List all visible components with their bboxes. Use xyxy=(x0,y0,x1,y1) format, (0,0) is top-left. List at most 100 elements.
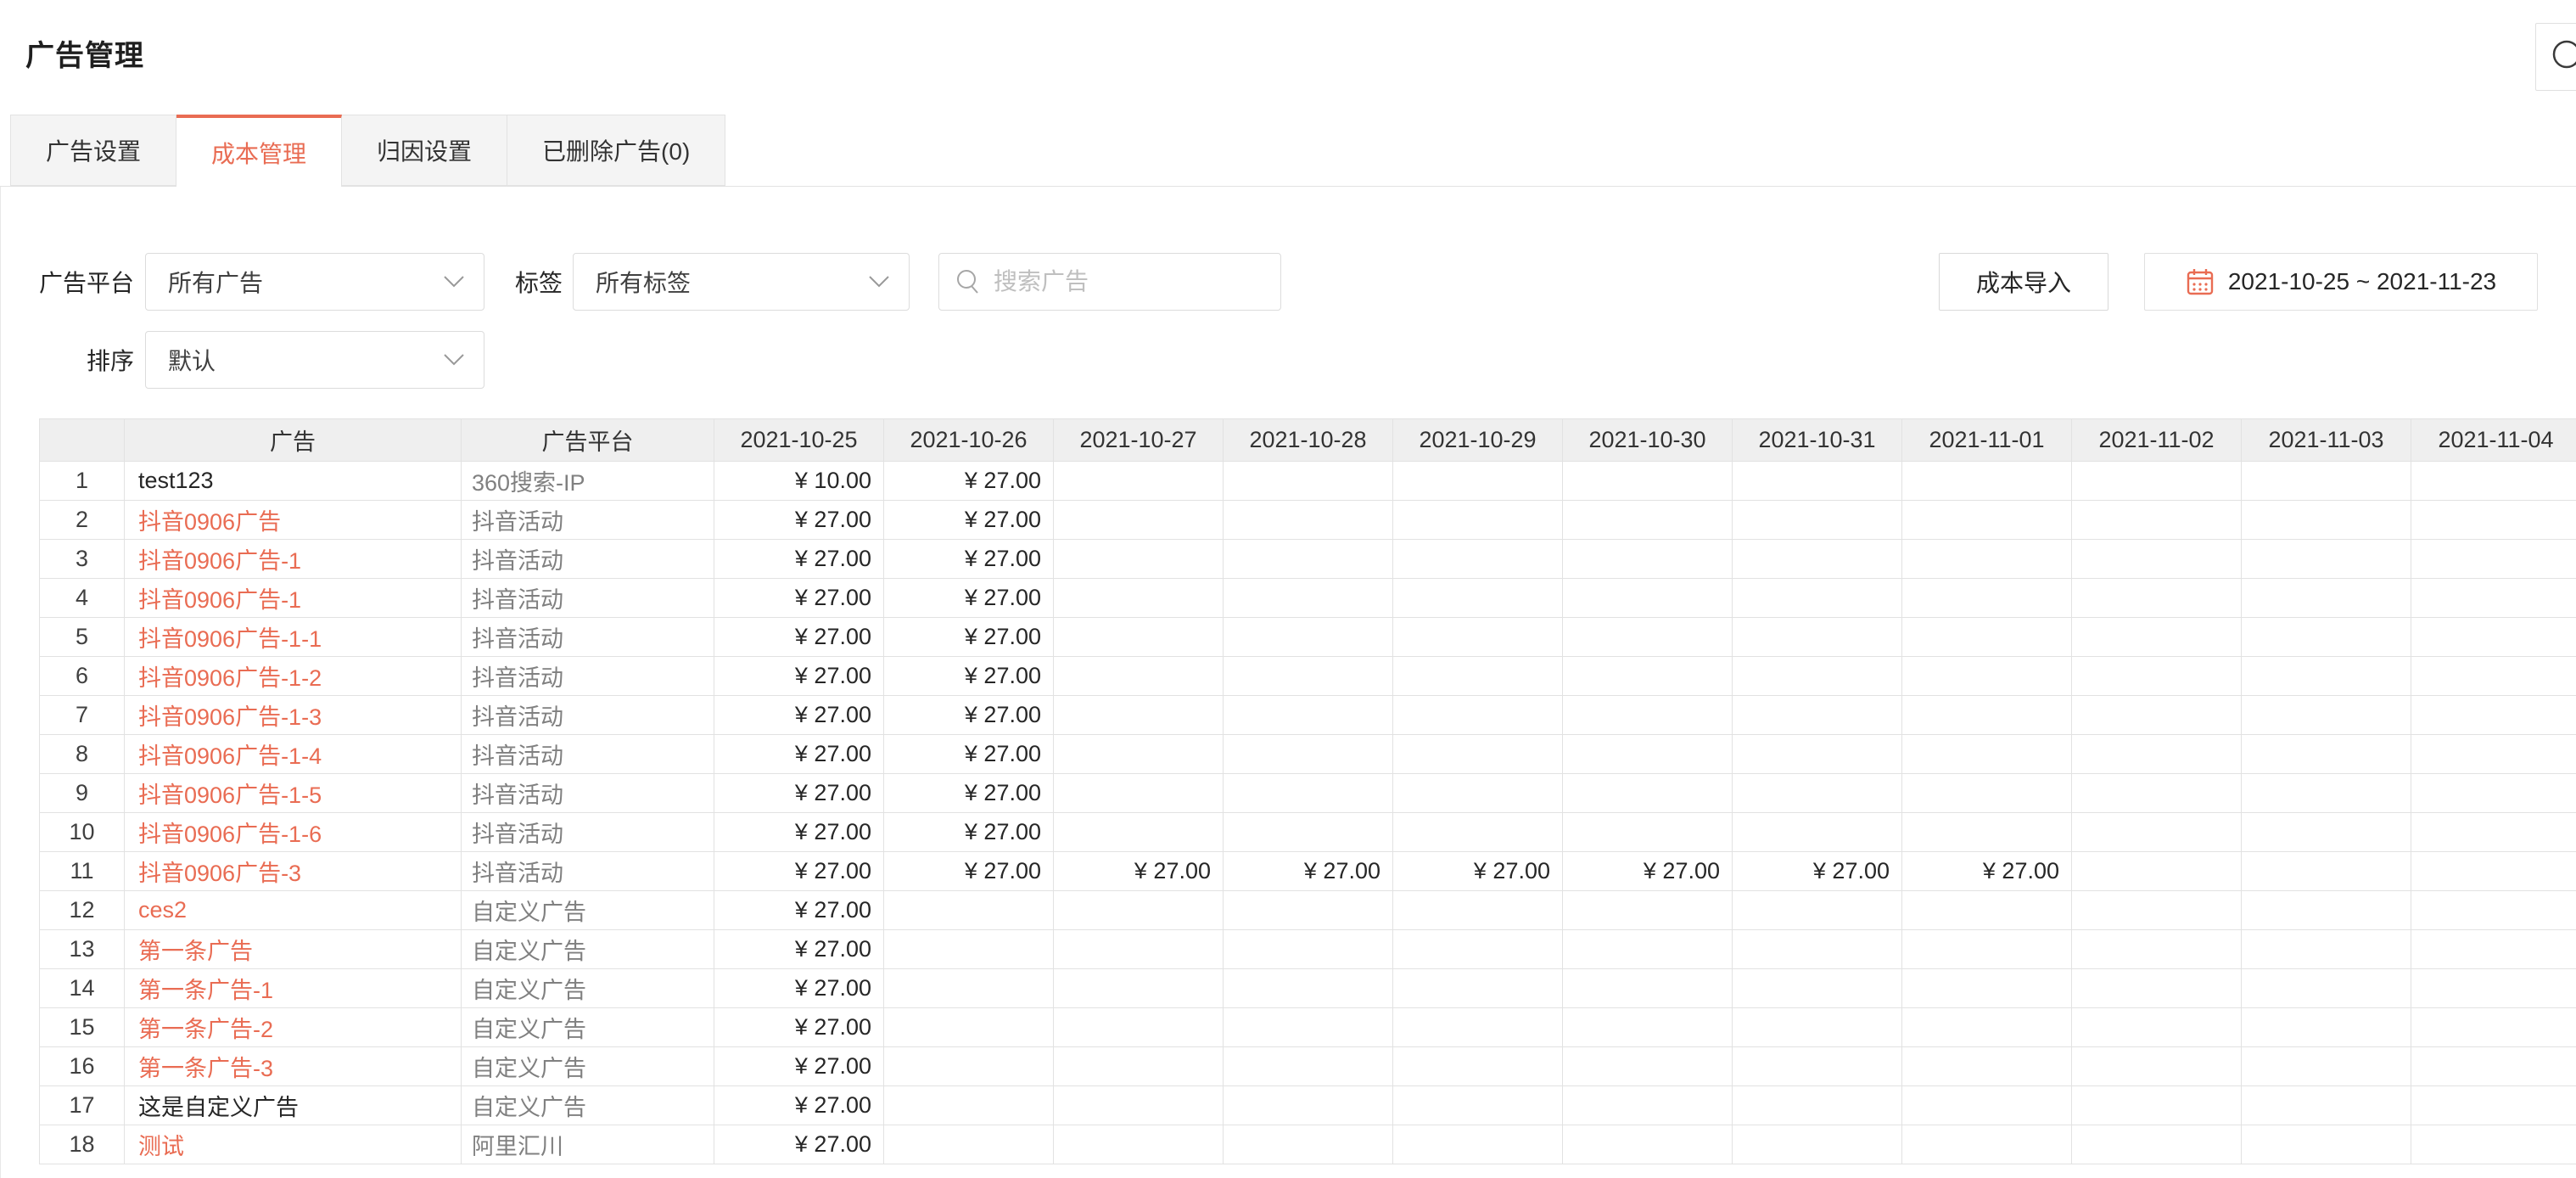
ad-name-link[interactable]: 第一条广告 xyxy=(138,939,253,964)
table-row: 12ces2自定义广告¥ 27.00 xyxy=(40,891,2576,930)
tab-4[interactable]: 已删除广告(0) xyxy=(507,115,725,186)
cost-cell xyxy=(2072,735,2242,774)
cost-cell xyxy=(1902,540,2072,579)
cost-cell xyxy=(1563,891,1733,930)
cost-cell xyxy=(2411,969,2576,1008)
row-index: 10 xyxy=(40,813,125,852)
chevron-down-icon xyxy=(868,275,890,289)
ad-name-link[interactable]: 抖音0906广告-3 xyxy=(138,861,301,886)
cost-cell: ¥ 27.00 xyxy=(714,540,884,579)
cost-cell xyxy=(2242,540,2411,579)
cost-cell xyxy=(1563,930,1733,969)
cost-cell: ¥ 10.00 xyxy=(714,462,884,501)
cost-cell xyxy=(2242,657,2411,696)
cost-cell xyxy=(1224,462,1393,501)
cost-cell xyxy=(1563,657,1733,696)
sort-select[interactable]: 默认 xyxy=(145,331,484,389)
sort-select-value: 默认 xyxy=(168,343,216,377)
cost-cell: ¥ 27.00 xyxy=(714,891,884,930)
column-header: 2021-10-26 xyxy=(884,419,1054,462)
cost-cell xyxy=(2072,891,2242,930)
cost-cell xyxy=(2411,813,2576,852)
ad-search-box[interactable] xyxy=(938,253,1281,311)
ad-name-link[interactable]: 抖音0906广告-1-2 xyxy=(138,665,322,691)
ad-name-cell: 第一条广告-1 xyxy=(125,969,462,1008)
table-row: 2抖音0906广告抖音活动¥ 27.00¥ 27.00 xyxy=(40,501,2576,540)
ad-name-link[interactable]: 第一条广告-1 xyxy=(138,978,273,1003)
cost-cell: ¥ 27.00 xyxy=(714,579,884,618)
ad-platform-cell: 抖音活动 xyxy=(462,657,714,696)
column-header: 2021-10-28 xyxy=(1224,419,1393,462)
cost-cell xyxy=(1563,618,1733,657)
cost-cell xyxy=(1393,930,1563,969)
cost-cell xyxy=(1224,657,1393,696)
cost-cell: ¥ 27.00 xyxy=(714,813,884,852)
table-row: 16第一条广告-3自定义广告¥ 27.00 xyxy=(40,1047,2576,1086)
cost-cell xyxy=(1224,891,1393,930)
cost-cell xyxy=(1224,774,1393,813)
ad-name-link[interactable]: 抖音0906广告-1-4 xyxy=(138,743,322,769)
cost-cell: ¥ 27.00 xyxy=(714,930,884,969)
ad-name-cell: ces2 xyxy=(125,891,462,930)
ad-name-link[interactable]: 抖音0906广告-1 xyxy=(138,548,301,574)
ad-name-link[interactable]: 第一条广告-3 xyxy=(138,1056,273,1081)
ad-name-link[interactable]: 第一条广告-2 xyxy=(138,1017,273,1042)
cost-cell xyxy=(1224,540,1393,579)
ad-name-link[interactable]: ces2 xyxy=(138,897,187,923)
ad-name-cell: 抖音0906广告-1 xyxy=(125,579,462,618)
platform-select[interactable]: 所有广告 xyxy=(145,253,484,311)
tag-select[interactable]: 所有标签 xyxy=(573,253,910,311)
cost-cell xyxy=(1733,813,1902,852)
cost-cell xyxy=(1393,813,1563,852)
table-header-row: 广告广告平台2021-10-252021-10-262021-10-272021… xyxy=(40,419,2576,462)
date-range-picker[interactable]: 2021-10-25 ~ 2021-11-23 xyxy=(2144,253,2538,311)
cost-cell xyxy=(1902,618,2072,657)
ad-name-link[interactable]: 抖音0906广告-1-3 xyxy=(138,704,322,730)
cost-cell xyxy=(2072,1086,2242,1125)
ad-search-input[interactable] xyxy=(994,268,1248,295)
cost-cell xyxy=(1224,1086,1393,1125)
tab-1[interactable]: 广告设置 xyxy=(10,115,176,186)
ad-name-link[interactable]: 抖音0906广告-1-1 xyxy=(138,626,322,652)
chevron-down-icon xyxy=(443,275,465,289)
cost-cell xyxy=(2411,1086,2576,1125)
ad-name-link[interactable]: 抖音0906广告 xyxy=(138,509,281,535)
cost-import-button[interactable]: 成本导入 xyxy=(1939,253,2108,311)
cost-cell xyxy=(1054,1125,1224,1164)
sort-filter-label: 排序 xyxy=(39,343,134,377)
ad-name-link[interactable]: 抖音0906广告-1 xyxy=(138,587,301,613)
global-search-button[interactable] xyxy=(2535,23,2576,91)
tag-select-value: 所有标签 xyxy=(596,265,691,299)
cost-cell xyxy=(1563,696,1733,735)
chevron-down-icon xyxy=(443,353,465,367)
ad-name-link[interactable]: 抖音0906广告-1-6 xyxy=(138,822,322,847)
cost-cell xyxy=(1054,579,1224,618)
cost-cell xyxy=(1393,657,1563,696)
table-row: 5抖音0906广告-1-1抖音活动¥ 27.00¥ 27.00 xyxy=(40,618,2576,657)
cost-cell xyxy=(2072,969,2242,1008)
tab-2[interactable]: 成本管理 xyxy=(176,115,342,187)
cost-cell xyxy=(1563,774,1733,813)
ad-name-cell: 第一条广告 xyxy=(125,930,462,969)
table-row: 14第一条广告-1自定义广告¥ 27.00 xyxy=(40,969,2576,1008)
ad-name-link[interactable]: 测试 xyxy=(138,1134,184,1159)
ad-name-cell: 第一条广告-3 xyxy=(125,1047,462,1086)
tab-3[interactable]: 归因设置 xyxy=(342,115,507,186)
cost-cell xyxy=(884,969,1054,1008)
column-header: 广告平台 xyxy=(462,419,714,462)
cost-cell xyxy=(1902,735,2072,774)
row-index: 3 xyxy=(40,540,125,579)
cost-cell xyxy=(1054,735,1224,774)
cost-cell xyxy=(1563,813,1733,852)
cost-cell: ¥ 27.00 xyxy=(714,1008,884,1047)
cost-cell xyxy=(2072,462,2242,501)
cost-cell xyxy=(1563,735,1733,774)
cost-cell xyxy=(1054,930,1224,969)
date-range-value: 2021-10-25 ~ 2021-11-23 xyxy=(2228,268,2496,295)
cost-cell xyxy=(1393,696,1563,735)
cost-cell xyxy=(1733,579,1902,618)
ad-platform-cell: 抖音活动 xyxy=(462,735,714,774)
ad-name-cell: 抖音0906广告-1-3 xyxy=(125,696,462,735)
ad-name-link[interactable]: 抖音0906广告-1-5 xyxy=(138,783,322,808)
ad-platform-cell: 阿里汇川 xyxy=(462,1125,714,1164)
